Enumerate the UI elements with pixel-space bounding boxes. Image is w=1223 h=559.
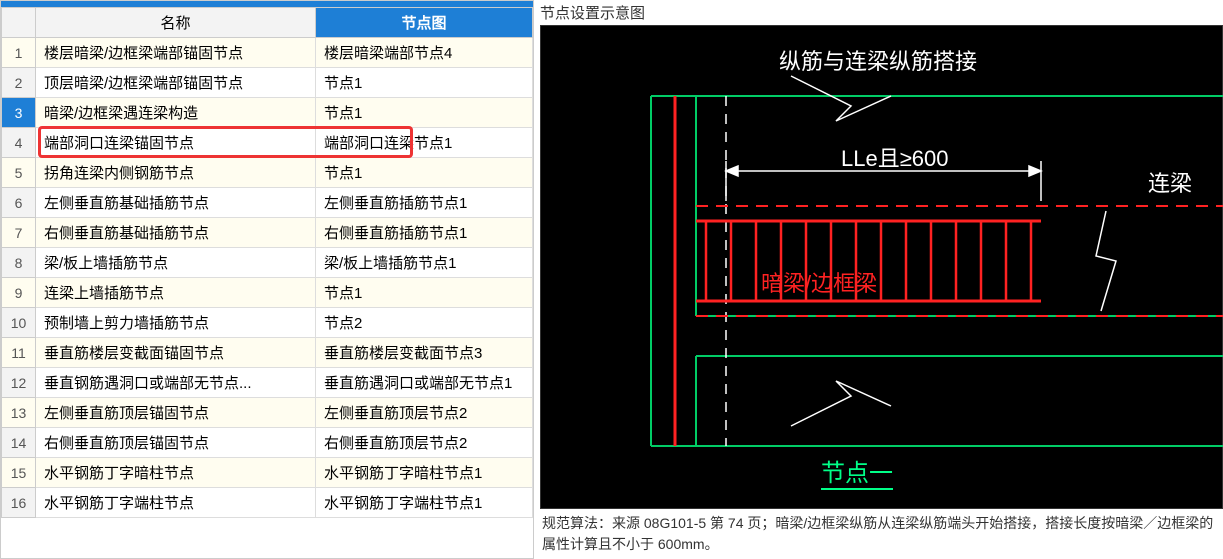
cell-node[interactable]: 节点1	[316, 68, 533, 98]
label-node: 节点一	[821, 453, 893, 488]
cell-name[interactable]: 垂直钢筋遇洞口或端部无节点...	[36, 368, 316, 398]
label-right: 连梁	[1148, 166, 1192, 198]
table-row[interactable]: 2顶层暗梁/边框梁端部锚固节点节点1	[2, 68, 533, 98]
row-number: 16	[2, 488, 36, 518]
table-row[interactable]: 16水平钢筋丁字端柱节点水平钢筋丁字端柱节点1	[2, 488, 533, 518]
cell-name[interactable]: 暗梁/边框梁遇连梁构造	[36, 98, 316, 128]
label-dim: LLe且≥600	[841, 141, 949, 173]
footnote: 规范算法：来源 08G101-5 第 74 页；暗梁/边框梁纵筋从连梁纵筋端头开…	[540, 509, 1223, 559]
cell-node[interactable]: 水平钢筋丁字端柱节点1	[316, 488, 533, 518]
row-number: 4	[2, 128, 36, 158]
row-number: 2	[2, 68, 36, 98]
table-row[interactable]: 11垂直筋楼层变截面锚固节点垂直筋楼层变截面节点3	[2, 338, 533, 368]
cell-name[interactable]: 水平钢筋丁字暗柱节点	[36, 458, 316, 488]
cell-node[interactable]: 左侧垂直筋插筋节点1	[316, 188, 533, 218]
table-row[interactable]: 7右侧垂直筋基础插筋节点右侧垂直筋插筋节点1	[2, 218, 533, 248]
cell-node[interactable]: 梁/板上墙插筋节点1	[316, 248, 533, 278]
row-number: 9	[2, 278, 36, 308]
cell-name[interactable]: 左侧垂直筋顶层锚固节点	[36, 398, 316, 428]
table-row[interactable]: 15水平钢筋丁字暗柱节点水平钢筋丁字暗柱节点1	[2, 458, 533, 488]
table-row[interactable]: 14右侧垂直筋顶层锚固节点右侧垂直筋顶层节点2	[2, 428, 533, 458]
table-row[interactable]: 1楼层暗梁/边框梁端部锚固节点楼层暗梁端部节点4	[2, 38, 533, 68]
row-number: 12	[2, 368, 36, 398]
cell-name[interactable]: 端部洞口连梁锚固节点	[36, 128, 316, 158]
cell-node[interactable]: 左侧垂直筋顶层节点2	[316, 398, 533, 428]
cell-name[interactable]: 预制墙上剪力墙插筋节点	[36, 308, 316, 338]
cell-name[interactable]: 水平钢筋丁字端柱节点	[36, 488, 316, 518]
row-number: 7	[2, 218, 36, 248]
cell-node[interactable]: 垂直筋遇洞口或端部无节点1	[316, 368, 533, 398]
cell-node[interactable]: 端部洞口连梁节点1	[316, 128, 533, 158]
cell-name[interactable]: 右侧垂直筋顶层锚固节点	[36, 428, 316, 458]
table-row[interactable]: 12垂直钢筋遇洞口或端部无节点...垂直筋遇洞口或端部无节点1	[2, 368, 533, 398]
cell-name[interactable]: 楼层暗梁/边框梁端部锚固节点	[36, 38, 316, 68]
cell-node[interactable]: 垂直筋楼层变截面节点3	[316, 338, 533, 368]
node-table: 名称 节点图 1楼层暗梁/边框梁端部锚固节点楼层暗梁端部节点42顶层暗梁/边框梁…	[1, 7, 533, 518]
cell-node[interactable]: 水平钢筋丁字暗柱节点1	[316, 458, 533, 488]
label-top: 纵筋与连梁纵筋搭接	[779, 44, 977, 76]
table-row[interactable]: 9连梁上墙插筋节点节点1	[2, 278, 533, 308]
table-row[interactable]: 4端部洞口连梁锚固节点端部洞口连梁节点1	[2, 128, 533, 158]
header-node: 节点图	[316, 8, 533, 38]
cell-node[interactable]: 右侧垂直筋插筋节点1	[316, 218, 533, 248]
cell-node[interactable]: 节点2	[316, 308, 533, 338]
row-number: 3	[2, 98, 36, 128]
cell-node[interactable]: 节点1	[316, 278, 533, 308]
cell-node[interactable]: 节点1	[316, 158, 533, 188]
cell-node[interactable]: 楼层暗梁端部节点4	[316, 38, 533, 68]
row-number: 14	[2, 428, 36, 458]
row-number: 1	[2, 38, 36, 68]
header-name: 名称	[36, 8, 316, 38]
diagram-title: 节点设置示意图	[540, 0, 1223, 25]
cell-name[interactable]: 右侧垂直筋基础插筋节点	[36, 218, 316, 248]
row-number: 6	[2, 188, 36, 218]
row-number: 5	[2, 158, 36, 188]
cell-name[interactable]: 连梁上墙插筋节点	[36, 278, 316, 308]
table-row[interactable]: 13左侧垂直筋顶层锚固节点左侧垂直筋顶层节点2	[2, 398, 533, 428]
row-number: 10	[2, 308, 36, 338]
table-row[interactable]: 5拐角连梁内侧钢筋节点节点1	[2, 158, 533, 188]
cell-name[interactable]: 顶层暗梁/边框梁端部锚固节点	[36, 68, 316, 98]
row-number: 15	[2, 458, 36, 488]
header-index	[2, 8, 36, 38]
table-row[interactable]: 8梁/板上墙插筋节点梁/板上墙插筋节点1	[2, 248, 533, 278]
label-bottom: 暗梁/边框梁	[761, 266, 877, 298]
table-row[interactable]: 10预制墙上剪力墙插筋节点节点2	[2, 308, 533, 338]
table-row[interactable]: 6左侧垂直筋基础插筋节点左侧垂直筋插筋节点1	[2, 188, 533, 218]
cell-name[interactable]: 垂直筋楼层变截面锚固节点	[36, 338, 316, 368]
cell-name[interactable]: 左侧垂直筋基础插筋节点	[36, 188, 316, 218]
row-number: 13	[2, 398, 36, 428]
cell-node[interactable]: 右侧垂直筋顶层节点2	[316, 428, 533, 458]
row-number: 8	[2, 248, 36, 278]
diagram: 纵筋与连梁纵筋搭接 LLe且≥600 连梁 暗梁/边框梁 节点一	[540, 25, 1223, 509]
cell-name[interactable]: 拐角连梁内侧钢筋节点	[36, 158, 316, 188]
cell-node[interactable]: 节点1	[316, 98, 533, 128]
table-row[interactable]: 3暗梁/边框梁遇连梁构造节点1	[2, 98, 533, 128]
cell-name[interactable]: 梁/板上墙插筋节点	[36, 248, 316, 278]
row-number: 11	[2, 338, 36, 368]
